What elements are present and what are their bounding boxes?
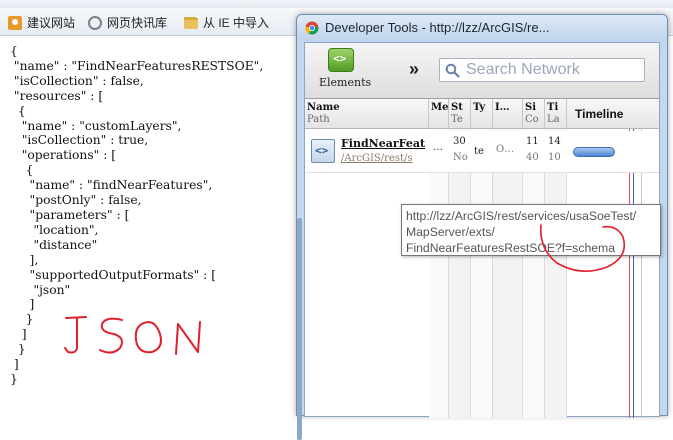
column-title: Ty — [473, 102, 486, 113]
column-subtitle: Co — [525, 114, 539, 125]
json-line: "name" : "findNearFeatures", — [10, 178, 213, 193]
elements-icon — [328, 48, 354, 72]
json-line: "distance" — [10, 237, 98, 252]
grid-stripe — [429, 130, 449, 418]
column-initiator[interactable]: I… — [493, 99, 523, 128]
developer-tools-window[interactable]: Developer Tools - http://lzz/ArcGIS/re..… — [296, 14, 668, 440]
globe-icon — [88, 15, 102, 30]
bookmark-suggested-sites[interactable]: 建议网站 — [8, 14, 75, 31]
devtools-title: Developer Tools - http://lzz/ArcGIS/re..… — [325, 20, 550, 35]
handwritten-circle-annotation — [540, 224, 626, 272]
devtools-left-edge — [296, 42, 304, 440]
folder-icon — [184, 16, 198, 29]
column-title: Name — [307, 102, 340, 113]
json-line: "resources" : [ — [10, 88, 104, 103]
document-icon — [311, 139, 335, 163]
json-line: "operations" : [ — [10, 148, 117, 163]
json-line: "parameters" : [ — [10, 207, 130, 222]
json-line: "name" : "FindNearFeaturesRESTSOE", — [10, 58, 264, 73]
network-request-row[interactable]: FindNearFeat /ArcGIS/rest/s … 30 No te O… — [305, 131, 659, 173]
column-title: Me — [431, 102, 449, 113]
grid-stripe — [493, 130, 523, 418]
request-time: 14 — [548, 136, 561, 147]
column-status[interactable]: St Te — [449, 99, 471, 128]
elements-panel-button[interactable]: Elements — [319, 48, 372, 89]
request-status-text: No — [453, 152, 468, 163]
bookmark-label: 建议网站 — [27, 16, 76, 30]
column-title: Timeline — [575, 107, 624, 121]
grid-stripe — [449, 130, 471, 418]
more-panels-icon[interactable]: » — [409, 59, 419, 80]
json-line: } — [10, 371, 18, 386]
grid-stripe — [471, 130, 493, 418]
column-title: Si — [525, 102, 537, 113]
devtools-toolbar: Elements » — [305, 43, 659, 99]
request-method: … — [433, 142, 443, 153]
devtools-title-bar[interactable]: Developer Tools - http://lzz/ArcGIS/re..… — [297, 15, 667, 41]
json-line: "isCollection" : true, — [10, 133, 149, 148]
request-status-code: 30 — [453, 136, 466, 147]
search-network-box[interactable] — [439, 58, 645, 82]
handwritten-json-annotation — [64, 316, 201, 355]
column-method[interactable]: Me — [429, 99, 449, 128]
column-subtitle: La — [547, 114, 560, 125]
request-content-size: 40 — [526, 152, 539, 163]
devtools-body: Elements » Name Path Me St Te — [304, 42, 661, 418]
column-timeline[interactable]: Timeline — [567, 99, 661, 128]
bookmark-label: 从 IE 中导入 — [203, 16, 270, 30]
json-line: "location", — [10, 222, 99, 237]
json-line: ] — [10, 297, 35, 312]
column-title: St — [451, 102, 463, 113]
column-title: I… — [495, 102, 510, 113]
request-size: 11 — [526, 136, 539, 147]
bookmark-label: 网页快讯库 — [107, 16, 168, 30]
bookmark-import-from-ie[interactable]: 从 IE 中导入 — [184, 14, 269, 31]
json-line: { — [10, 163, 34, 178]
elements-label: Elements — [319, 76, 372, 89]
column-size[interactable]: Si Co — [523, 99, 545, 128]
column-title: Ti — [547, 102, 559, 113]
json-line: "postOnly" : false, — [10, 193, 142, 208]
json-line: "supportedOutputFormats" : [ — [10, 267, 217, 282]
search-network-input[interactable] — [464, 61, 640, 79]
bookmark-flag-icon — [8, 15, 22, 30]
vertical-scrollbar[interactable] — [297, 218, 302, 440]
column-time[interactable]: Ti La — [545, 99, 567, 128]
request-latency: 10 — [548, 152, 561, 163]
json-line: "name" : "customLayers", — [10, 118, 182, 133]
json-line: { — [10, 44, 18, 58]
column-subtitle: Path — [307, 114, 330, 125]
json-line: "json" — [10, 282, 71, 297]
request-initiator: O… — [496, 144, 515, 155]
request-path-link[interactable]: /ArcGIS/rest/s — [341, 153, 425, 164]
bookmark-web-slice-gallery[interactable]: 网页快讯库 — [88, 14, 167, 31]
column-name-path[interactable]: Name Path — [305, 99, 429, 128]
column-type[interactable]: Ty — [471, 99, 493, 128]
network-table-header: Name Path Me St Te Ty I… Si Co Ti La Tim… — [305, 99, 659, 129]
address-bar-strip[interactable] — [0, 0, 673, 8]
json-line: ], — [10, 252, 39, 267]
column-subtitle: Te — [451, 114, 463, 125]
timeline-bar[interactable] — [573, 147, 615, 157]
chrome-icon — [305, 21, 319, 35]
search-icon — [445, 63, 460, 78]
json-line: { — [10, 103, 26, 118]
request-type: te — [474, 146, 484, 157]
json-line: "isCollection" : false, — [10, 73, 144, 88]
request-name-link[interactable]: FindNearFeat — [341, 137, 425, 150]
